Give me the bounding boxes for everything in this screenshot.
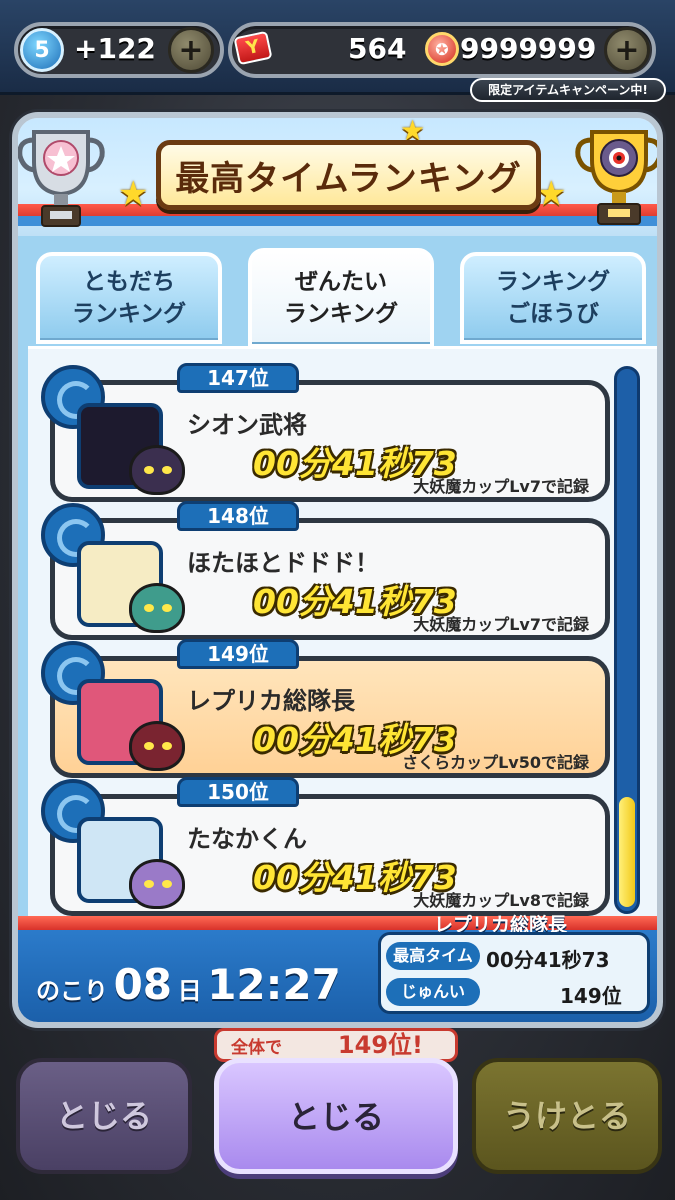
rank-toast: 全体で 149位!	[214, 1028, 458, 1062]
star-icon: ★	[118, 174, 149, 214]
rank-label: 150位	[177, 777, 299, 807]
ticket-count: 564	[348, 32, 407, 65]
record-source: 大妖魔カップLv8で記録	[413, 891, 589, 910]
player-name: レプリカ総隊長	[187, 687, 355, 715]
toast-rank: 149位!	[337, 1031, 423, 1059]
campaign-banner[interactable]: 限定アイテムキャンペーン中!	[470, 78, 666, 102]
tab-label: ぜんたい ランキング	[283, 269, 399, 327]
silver-trophy-icon	[18, 130, 105, 227]
ranking-entry[interactable]: 148位 ほたほとドドド！ 00分41秒73 大妖魔カップLv7で記録	[41, 501, 610, 640]
level-badge: 5	[20, 28, 64, 72]
toast-prefix: 全体で	[231, 1038, 282, 1058]
remaining-time: のこり 08 日 12:27	[36, 960, 341, 1009]
stamina-value: +122	[74, 32, 156, 65]
record-source: 大妖魔カップLv7で記録	[413, 477, 589, 496]
yokai-icon	[129, 721, 185, 771]
scrollbar[interactable]	[614, 366, 640, 914]
self-best-time: 00分41秒73	[486, 948, 610, 972]
record-source: さくらカップLv50で記録	[402, 753, 589, 772]
add-stamina-button[interactable]: +	[168, 27, 214, 73]
rank-label: 148位	[177, 501, 299, 531]
coin-icon: ✪	[425, 32, 459, 66]
close-button[interactable]: とじる	[214, 1058, 458, 1174]
ranking-entry-self[interactable]: 149位 レプリカ総隊長 00分41秒73 さくらカップLv50で記録	[41, 639, 610, 778]
ranking-panel: ★ ★ ★ 最高タイムランキング ともだち ランキング ぜんたい ランキング ランキ…	[12, 112, 663, 1028]
ranking-entry[interactable]: 150位 たなかくん 00分41秒73 大妖魔カップLv8で記録	[41, 777, 610, 916]
player-name: ほたほとドドド！	[187, 549, 379, 577]
tab-overall-ranking[interactable]: ぜんたい ランキング	[248, 248, 434, 348]
coin-count: 9999999	[460, 32, 597, 65]
days-unit: 日	[177, 977, 202, 1005]
close-button-left[interactable]: とじる	[16, 1058, 192, 1174]
remaining-days: 08	[113, 960, 173, 1009]
yokai-icon	[129, 859, 185, 909]
player-name: シオン武将	[187, 411, 307, 439]
self-rank: 149位	[560, 984, 622, 1008]
tab-ranking-rewards[interactable]: ランキング ごほうび	[460, 252, 646, 344]
add-coins-button[interactable]: +	[604, 27, 650, 73]
scrollbar-thumb[interactable]	[619, 797, 635, 907]
gold-trophy-icon	[575, 130, 657, 225]
tab-label: ランキング ごほうび	[495, 269, 611, 327]
record-source: 大妖魔カップLv7で記録	[413, 615, 589, 634]
best-time-label: 最高タイム	[386, 942, 480, 970]
panel-title: 最高タイムランキング	[156, 140, 541, 210]
tab-friends-ranking[interactable]: ともだち ランキング	[36, 252, 222, 344]
rank-label: 147位	[177, 363, 299, 393]
remaining-clock: 12:27	[207, 960, 341, 1009]
header-stripe-blue	[18, 216, 657, 226]
ranking-entry[interactable]: 147位 シオン武将 00分41秒73 大妖魔カップLv7で記録	[41, 363, 610, 502]
player-name: たなかくん	[187, 825, 307, 853]
rank-label: 149位	[177, 639, 299, 669]
yokai-icon	[129, 445, 185, 495]
tab-label: ともだち ランキング	[71, 269, 187, 327]
yokai-icon	[129, 583, 185, 633]
rank-label-badge: じゅんい	[386, 978, 480, 1006]
remaining-label: のこり	[36, 977, 108, 1005]
receive-button[interactable]: うけとる	[472, 1058, 662, 1174]
